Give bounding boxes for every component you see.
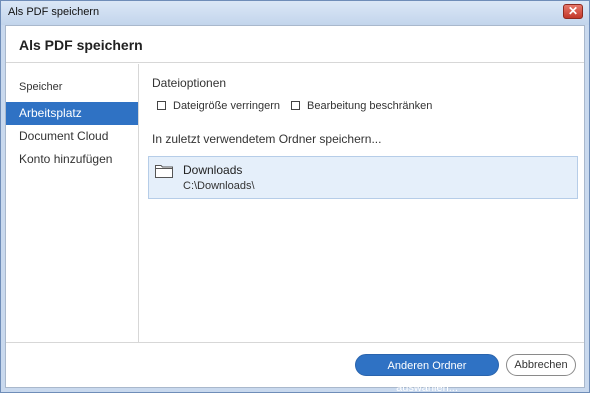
- dialog-footer: Anderen Ordner auswählen... Abbrechen: [6, 342, 584, 393]
- folder-icon: [155, 164, 173, 183]
- main-panel: Dateioptionen Dateigröße verringern Bear…: [140, 64, 584, 342]
- sidebar-item-add-account[interactable]: Konto hinzufügen: [6, 148, 138, 171]
- restrict-editing-checkbox[interactable]: Bearbeitung beschränken: [291, 100, 432, 112]
- dialog-header: Als PDF speichern: [6, 26, 584, 63]
- folder-name: Downloads: [183, 163, 243, 177]
- dialog-body: Als PDF speichern Speicher Arbeitsplatz …: [5, 25, 585, 393]
- sidebar-item-arbeitsplatz[interactable]: Arbeitsplatz: [6, 102, 138, 125]
- checkbox-label: Dateigröße verringern: [173, 100, 280, 112]
- choose-other-folder-button[interactable]: Anderen Ordner auswählen...: [355, 354, 499, 393]
- folder-path: C:\Downloads\: [183, 180, 255, 192]
- cancel-button[interactable]: Abbrechen: [506, 354, 576, 376]
- sidebar-section-label: Speicher: [19, 81, 63, 93]
- file-options-title: Dateioptionen: [152, 76, 227, 90]
- close-button[interactable]: ✕: [563, 4, 583, 19]
- reduce-file-size-checkbox[interactable]: Dateigröße verringern: [157, 100, 280, 112]
- title-bar[interactable]: Als PDF speichern ✕: [1, 1, 589, 25]
- sidebar-item-document-cloud[interactable]: Document Cloud: [6, 125, 138, 148]
- save-as-pdf-window: Als PDF speichern ✕ Als PDF speichern Sp…: [0, 0, 590, 393]
- dialog-heading: Als PDF speichern: [19, 37, 143, 53]
- checkbox-box[interactable]: [291, 101, 300, 110]
- storage-sidebar: Speicher Arbeitsplatz Document Cloud Kon…: [6, 64, 139, 342]
- recent-folder-item[interactable]: Downloads C:\Downloads\: [148, 156, 578, 199]
- close-icon: ✕: [567, 4, 579, 18]
- checkbox-label: Bearbeitung beschränken: [307, 100, 433, 112]
- recent-folder-label: In zuletzt verwendetem Ordner speichern.…: [152, 132, 382, 146]
- window-title: Als PDF speichern: [8, 6, 100, 18]
- checkbox-box[interactable]: [157, 101, 166, 110]
